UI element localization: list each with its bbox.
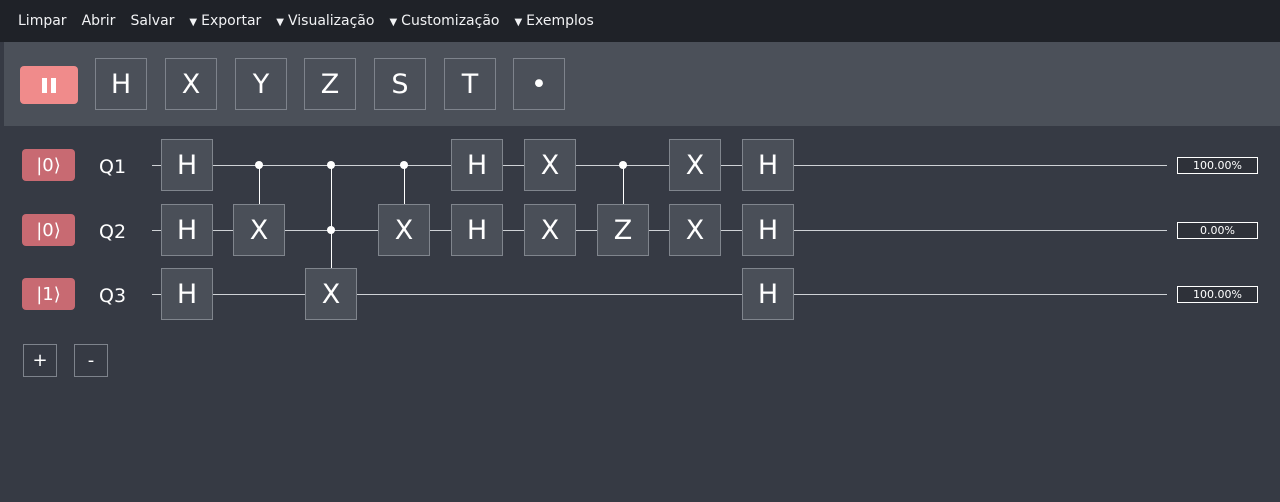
toolbar-gate-y[interactable]: Y [235, 58, 287, 110]
gate-h[interactable]: H [161, 204, 213, 256]
gate-toolbar: H X Y Z S T • [4, 42, 1280, 126]
control-dot[interactable] [400, 161, 408, 169]
menu-visualizacao-label: Visualização [288, 13, 375, 29]
gate-x[interactable]: X [378, 204, 430, 256]
gate-x[interactable]: X [233, 204, 285, 256]
toolbar-gate-x[interactable]: X [165, 58, 217, 110]
qubit-2-state-button[interactable]: |0⟩ [22, 214, 75, 246]
control-line [404, 165, 405, 204]
control-dot[interactable] [255, 161, 263, 169]
menu-customizacao[interactable]: ▼ Customização [389, 13, 499, 29]
qubit-1-probability: 100.00% [1177, 157, 1258, 174]
pause-button[interactable] [20, 66, 78, 104]
menu-limpar[interactable]: Limpar [18, 13, 67, 29]
gate-h[interactable]: H [161, 268, 213, 320]
remove-qubit-button[interactable]: - [74, 344, 108, 377]
toolbar-gate-control[interactable]: • [513, 58, 565, 110]
gate-x[interactable]: X [524, 204, 576, 256]
gate-x[interactable]: X [524, 139, 576, 191]
gate-h[interactable]: H [742, 268, 794, 320]
qubit-3-state-button[interactable]: |1⟩ [22, 278, 75, 310]
qubit-1-wire [152, 165, 1167, 166]
circuit-area: |0⟩ |0⟩ |1⟩ Q1 Q2 Q3 H H H X X X H H X X… [0, 126, 1280, 502]
qubit-2-wire [152, 230, 1167, 231]
menu-abrir[interactable]: Abrir [82, 13, 116, 29]
control-dot[interactable] [619, 161, 627, 169]
toolbar-gate-z[interactable]: Z [304, 58, 356, 110]
toolbar-gate-h[interactable]: H [95, 58, 147, 110]
qubit-1-state-button[interactable]: |0⟩ [22, 149, 75, 181]
gate-x[interactable]: X [305, 268, 357, 320]
control-dot[interactable] [327, 161, 335, 169]
control-line [259, 165, 260, 204]
gate-h[interactable]: H [161, 139, 213, 191]
control-line [623, 165, 624, 204]
qubit-1-label: Q1 [99, 156, 127, 178]
add-qubit-button[interactable]: + [23, 344, 57, 377]
qubit-2-label: Q2 [99, 221, 127, 243]
caret-down-icon: ▼ [514, 17, 523, 28]
gate-h[interactable]: H [451, 204, 503, 256]
gate-z[interactable]: Z [597, 204, 649, 256]
toolbar-gate-s[interactable]: S [374, 58, 426, 110]
control-dot[interactable] [327, 226, 335, 234]
caret-down-icon: ▼ [276, 17, 284, 28]
menu-exemplos-label: Exemplos [526, 13, 594, 29]
gate-h[interactable]: H [742, 204, 794, 256]
menu-salvar[interactable]: Salvar [130, 13, 174, 29]
menu-exemplos[interactable]: ▼ Exemplos [514, 13, 593, 29]
gate-x[interactable]: X [669, 204, 721, 256]
gate-h[interactable]: H [451, 139, 503, 191]
qubit-3-probability: 100.00% [1177, 286, 1258, 303]
control-line [331, 165, 332, 268]
qubit-3-label: Q3 [99, 285, 127, 307]
menu-exportar-label: Exportar [201, 13, 262, 29]
menu-exportar[interactable]: ▼ Exportar [189, 13, 261, 29]
pause-icon [51, 77, 56, 93]
menu-visualizacao[interactable]: ▼ Visualização [276, 13, 374, 29]
menu-bar: Limpar Abrir Salvar ▼ Exportar ▼ Visualiza… [0, 0, 1280, 42]
gate-h[interactable]: H [742, 139, 794, 191]
caret-down-icon: ▼ [189, 17, 198, 28]
gate-x[interactable]: X [669, 139, 721, 191]
toolbar-gate-t[interactable]: T [444, 58, 496, 110]
caret-down-icon: ▼ [389, 17, 398, 28]
pause-icon [42, 77, 47, 93]
menu-customizacao-label: Customização [401, 13, 500, 29]
qubit-2-probability: 0.00% [1177, 222, 1258, 239]
